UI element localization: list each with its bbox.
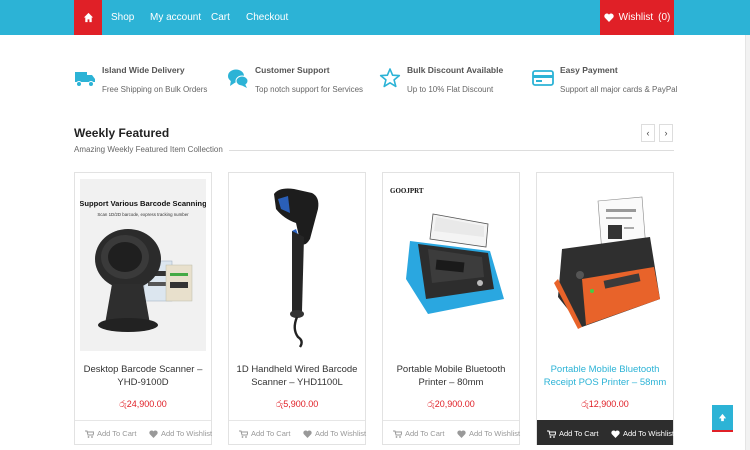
image-heading: Support Various Barcode Scanning — [80, 199, 206, 208]
add-to-cart-label: Add To Cart — [559, 429, 599, 438]
truck-icon — [75, 72, 95, 87]
cart-icon — [393, 430, 402, 438]
heart-icon — [603, 13, 614, 22]
product-price: රු24,900.00 — [119, 399, 167, 409]
product-card[interactable]: GOOJPRT Portable Mobile Bluetooth Printe… — [382, 172, 520, 445]
add-to-wishlist-button[interactable]: Add To Wishlist — [149, 421, 212, 446]
star-icon — [379, 68, 401, 88]
heart-icon — [149, 429, 158, 438]
heart-icon — [303, 429, 312, 438]
add-to-cart-button[interactable]: Add To Cart — [85, 421, 136, 446]
product-name[interactable]: Desktop Barcode Scanner – YHD-9100D — [81, 363, 205, 389]
image-brand: GOOJPRT — [390, 187, 424, 195]
product-price: රු12,900.00 — [581, 399, 629, 409]
heart-icon — [457, 429, 466, 438]
home-icon — [83, 12, 93, 23]
carousel-next-button[interactable]: › — [659, 124, 673, 142]
add-to-wishlist-label: Add To Wishlist — [469, 429, 521, 438]
product-actions: Add To Cart Add To Wishlist — [229, 420, 366, 446]
wishlist-label: Wishlist — [618, 12, 654, 23]
product-price: රු5,900.00 — [275, 399, 319, 409]
cart-icon — [547, 430, 556, 438]
scroll-to-top-button[interactable] — [712, 405, 733, 432]
cart-icon — [85, 430, 94, 438]
feature-support: Customer Support Top notch support for S… — [227, 63, 367, 103]
add-to-wishlist-button[interactable]: Add To Wishlist — [457, 421, 520, 446]
product-image[interactable]: Support Various Barcode Scanning Scan 1D… — [80, 179, 206, 351]
nav-my-account[interactable]: My account — [150, 0, 201, 35]
feature-discount: Bulk Discount Available Up to 10% Flat D… — [379, 63, 519, 103]
cart-icon — [239, 430, 248, 438]
section-subtitle: Amazing Weekly Featured Item Collection — [74, 145, 229, 154]
arrow-up-icon — [718, 413, 727, 422]
chevron-left-icon: ‹ — [646, 128, 650, 138]
feature-subtitle: Up to 10% Flat Discount — [407, 85, 494, 94]
add-to-wishlist-label: Add To Wishlist — [161, 429, 213, 438]
add-to-cart-label: Add To Cart — [405, 429, 445, 438]
add-to-wishlist-label: Add To Wishlist — [623, 429, 675, 438]
nav-checkout[interactable]: Checkout — [246, 0, 288, 35]
product-price: රු20,900.00 — [427, 399, 475, 409]
product-image[interactable]: GOOJPRT — [388, 179, 514, 351]
scrollbar-track[interactable] — [745, 35, 750, 450]
product-actions: Add To Cart Add To Wishlist — [383, 420, 520, 446]
product-image[interactable] — [542, 179, 668, 351]
feature-subtitle: Free Shipping on Bulk Orders — [102, 85, 208, 94]
product-name[interactable]: 1D Handheld Wired Barcode Scanner – YHD1… — [235, 363, 359, 389]
chat-icon — [228, 69, 249, 88]
section-title: Weekly Featured — [74, 126, 170, 140]
feature-delivery: Island Wide Delivery Free Shipping on Bu… — [74, 63, 214, 103]
add-to-wishlist-button[interactable]: Add To Wishlist — [611, 421, 674, 446]
home-button[interactable] — [74, 0, 102, 35]
add-to-cart-button[interactable]: Add To Cart — [547, 421, 598, 446]
wishlist-button[interactable]: Wishlist (0) — [600, 0, 674, 35]
product-card[interactable]: Portable Mobile Bluetooth Receipt POS Pr… — [536, 172, 674, 445]
chevron-right-icon: › — [664, 128, 668, 138]
wishlist-count: (0) — [658, 12, 671, 23]
add-to-wishlist-button[interactable]: Add To Wishlist — [303, 421, 366, 446]
product-actions: Add To Cart Add To Wishlist — [75, 420, 212, 446]
credit-card-icon — [532, 70, 554, 86]
image-subheading: Scan 1D/2D barcode, express tracking num… — [97, 212, 189, 217]
product-name[interactable]: Portable Mobile Bluetooth Receipt POS Pr… — [543, 363, 667, 389]
nav-shop[interactable]: Shop — [111, 0, 134, 35]
add-to-cart-label: Add To Cart — [97, 429, 137, 438]
feature-subtitle: Support all major cards & PayPal — [560, 85, 678, 94]
add-to-cart-button[interactable]: Add To Cart — [393, 421, 444, 446]
add-to-cart-label: Add To Cart — [251, 429, 291, 438]
heart-icon — [611, 429, 620, 438]
feature-title: Customer Support — [255, 65, 330, 75]
product-card[interactable]: 1D Handheld Wired Barcode Scanner – YHD1… — [228, 172, 366, 445]
product-card[interactable]: Support Various Barcode Scanning Scan 1D… — [74, 172, 212, 445]
feature-subtitle: Top notch support for Services — [255, 85, 364, 94]
product-name[interactable]: Portable Mobile Bluetooth Printer – 80mm — [389, 363, 513, 389]
add-to-cart-button[interactable]: Add To Cart — [239, 421, 290, 446]
feature-title: Island Wide Delivery — [102, 65, 185, 75]
feature-title: Easy Payment — [560, 65, 618, 75]
product-actions: Add To Cart Add To Wishlist — [537, 420, 674, 446]
feature-payment: Easy Payment Support all major cards & P… — [532, 63, 682, 103]
feature-title: Bulk Discount Available — [407, 65, 504, 75]
add-to-wishlist-label: Add To Wishlist — [315, 429, 367, 438]
product-image[interactable] — [234, 179, 360, 351]
nav-cart[interactable]: Cart — [211, 0, 230, 35]
carousel-prev-button[interactable]: ‹ — [641, 124, 655, 142]
